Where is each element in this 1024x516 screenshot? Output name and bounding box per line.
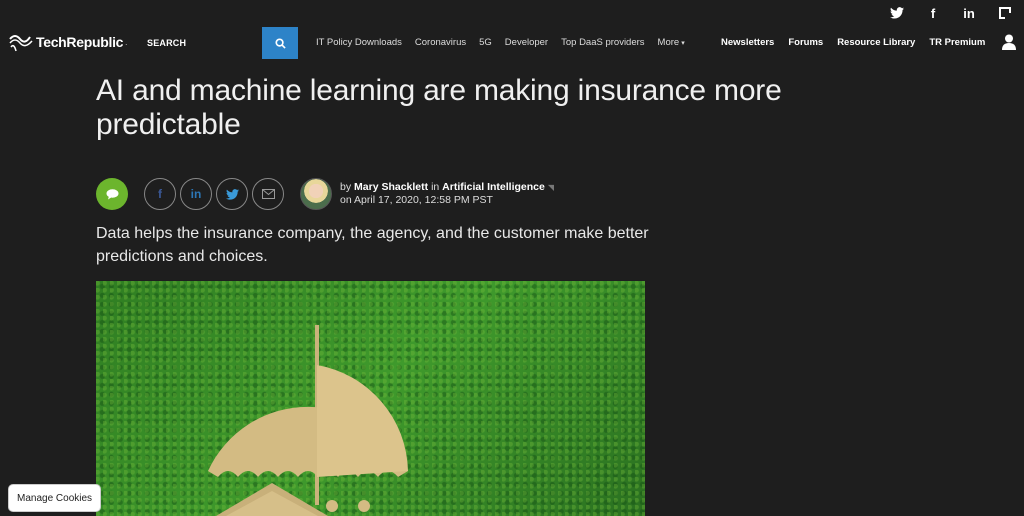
- byline: by Mary Shacklett in Artificial Intellig…: [340, 181, 554, 207]
- article-meta: f in by Mary Shacklett in Artificial Int…: [96, 178, 554, 210]
- linkedin-icon: in: [190, 187, 202, 201]
- by-prefix: by: [340, 181, 352, 193]
- nav-item-resource-library[interactable]: Resource Library: [837, 37, 915, 48]
- share-linkedin-button[interactable]: in: [180, 178, 212, 210]
- site-header: TechRepublic . SEARCH IT Policy Download…: [0, 27, 1024, 59]
- top-social-links: f in: [890, 6, 1012, 21]
- facebook-icon[interactable]: f: [926, 6, 940, 21]
- linkedin-icon[interactable]: in: [962, 6, 976, 21]
- nav-item-forums[interactable]: Forums: [788, 37, 823, 48]
- logo-suffix: .: [125, 37, 128, 47]
- chevron-down-icon: ▾: [681, 40, 685, 47]
- nav-item-5g[interactable]: 5G: [479, 37, 492, 48]
- page: f in TechRepublic . SEARCH IT Policy Dow…: [0, 0, 1024, 516]
- nav-item-coronavirus[interactable]: Coronavirus: [415, 37, 466, 48]
- twitter-icon: [225, 188, 239, 200]
- comments-button[interactable]: [96, 178, 128, 210]
- facebook-icon: f: [158, 187, 162, 201]
- in-word: in: [431, 181, 440, 193]
- author-avatar[interactable]: [300, 178, 332, 210]
- logo-wave-icon: [9, 35, 33, 52]
- user-account-icon[interactable]: [1002, 34, 1016, 50]
- share-facebook-button[interactable]: f: [144, 178, 176, 210]
- article-dek: Data helps the insurance company, the ag…: [96, 225, 649, 265]
- nav-item-it-policy-downloads[interactable]: IT Policy Downloads: [316, 37, 402, 48]
- nav-item-more[interactable]: More ▾: [658, 37, 685, 48]
- publish-date: on April 17, 2020, 12:58 PM PST: [340, 194, 493, 206]
- share-email-button[interactable]: [252, 178, 284, 210]
- manage-cookies-button[interactable]: Manage Cookies: [8, 484, 102, 512]
- nav-item-top-daas-providers[interactable]: Top DaaS providers: [561, 37, 644, 48]
- twitter-icon[interactable]: [890, 6, 904, 20]
- umbrella-house-illustration: [208, 325, 408, 516]
- category-link[interactable]: Artificial Intelligence: [442, 181, 545, 193]
- nav-item-newsletters[interactable]: Newsletters: [721, 37, 774, 48]
- hero-image: [96, 281, 645, 516]
- email-icon: [261, 189, 275, 199]
- rss-icon[interactable]: ◥: [548, 183, 554, 192]
- search-button[interactable]: [262, 27, 298, 59]
- nav-item-developer[interactable]: Developer: [505, 37, 548, 48]
- nav-item-tr-premium[interactable]: TR Premium: [929, 37, 985, 48]
- comment-icon: [106, 188, 118, 199]
- search-label[interactable]: SEARCH: [147, 38, 186, 48]
- flipboard-icon[interactable]: [998, 6, 1012, 20]
- search-icon: [274, 37, 286, 49]
- article-headline: AI and machine learning are making insur…: [96, 74, 782, 141]
- nav-more-label: More: [657, 37, 680, 48]
- author-link[interactable]: Mary Shacklett: [354, 181, 428, 193]
- logo-text: TechRepublic: [36, 34, 124, 50]
- share-twitter-button[interactable]: [216, 178, 248, 210]
- techrepublic-logo[interactable]: TechRepublic .: [8, 31, 127, 53]
- primary-nav: IT Policy Downloads Coronavirus 5G Devel…: [316, 37, 685, 48]
- secondary-nav: Newsletters Forums Resource Library TR P…: [721, 37, 985, 48]
- share-buttons: f in: [144, 178, 284, 210]
